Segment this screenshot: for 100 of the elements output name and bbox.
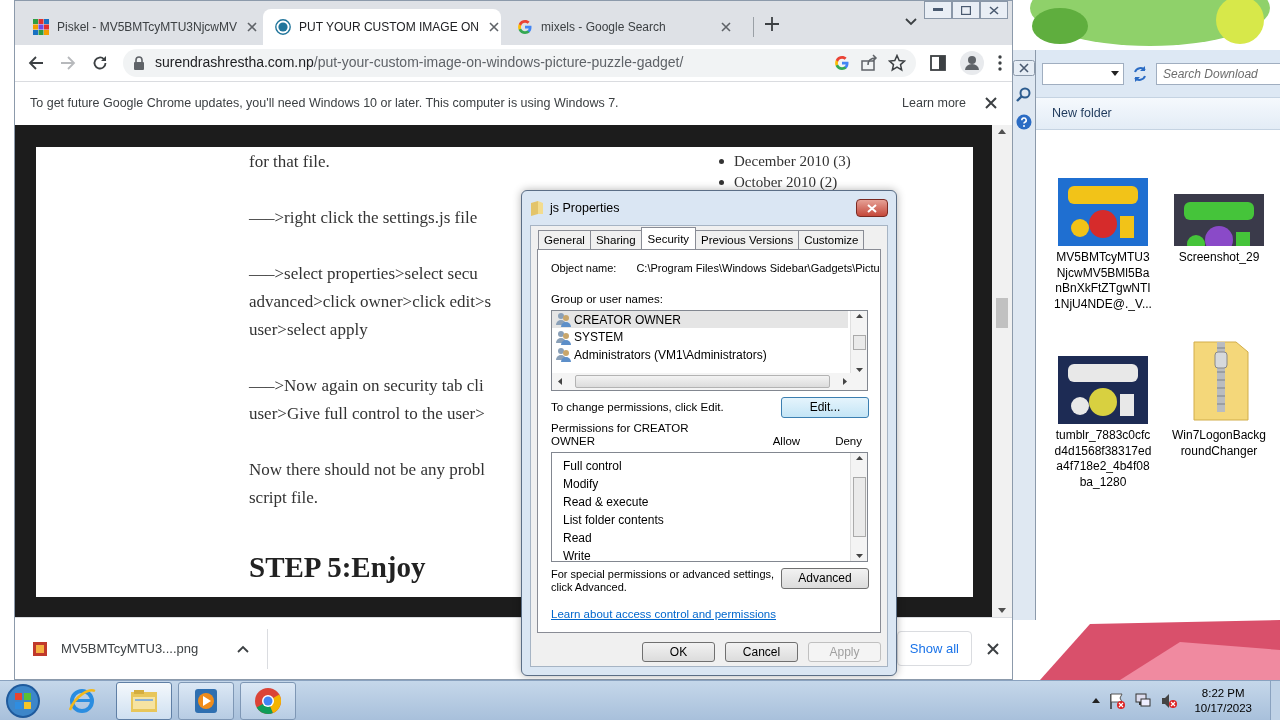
list-item: Read <box>563 529 592 547</box>
grid-icon <box>33 18 49 35</box>
section-heading: STEP 5:Enjoy <box>249 549 426 585</box>
scrollbar-thumb[interactable] <box>996 297 1008 328</box>
learn-more-link[interactable]: Learn more <box>902 93 966 113</box>
close-icon[interactable] <box>1013 60 1035 76</box>
archive-link[interactable]: December 2010 <box>734 152 830 169</box>
close-button[interactable] <box>980 1 1008 19</box>
scrollbar[interactable] <box>552 372 867 390</box>
article-text: —–>Now again on security tab cli <box>249 374 484 397</box>
permission-list[interactable]: Full control Modify Read & execute List folder contents Read Write <box>551 451 868 562</box>
clock[interactable]: 8:22 PM 10/17/2023 <box>1194 685 1252 716</box>
star-icon[interactable] <box>888 53 906 72</box>
article-text: —–>right click the settings.js file <box>249 206 478 229</box>
google-icon <box>834 54 850 71</box>
new-tab-icon[interactable] <box>764 15 780 32</box>
scrollbar[interactable] <box>850 452 867 561</box>
bullet-icon <box>719 158 724 164</box>
close-button[interactable] <box>856 199 888 217</box>
users-icon <box>556 312 571 327</box>
users-icon <box>556 329 571 345</box>
chevron-up-icon[interactable] <box>237 645 249 654</box>
file-name[interactable]: tumblr_7883c0cfcd4d1568f38317eda4f718e2_4b4f08ba_1280 <box>1054 428 1152 490</box>
scrollbar[interactable] <box>850 310 867 375</box>
post-count: (3) <box>833 152 851 169</box>
chevron-down-icon[interactable] <box>904 16 918 27</box>
google-icon <box>517 18 533 35</box>
tab[interactable]: Security <box>640 227 697 249</box>
back-icon[interactable] <box>27 53 45 72</box>
search-field[interactable]: Search Download <box>1156 62 1280 85</box>
field-label: Group or user names: <box>551 291 664 307</box>
bullet-icon <box>719 179 724 185</box>
article-text: user>select apply <box>249 318 368 341</box>
profile-icon[interactable] <box>960 50 984 75</box>
post-count: (2) <box>819 173 838 190</box>
close-icon[interactable] <box>984 96 998 111</box>
close-icon[interactable] <box>245 19 259 34</box>
user-list[interactable]: CREATOR OWNER SYSTEM Administrators (VM1\Administrators) <box>551 309 868 391</box>
edit-button[interactable]: Edit... <box>781 396 869 418</box>
help-icon[interactable] <box>1016 114 1032 130</box>
side-panel-icon[interactable] <box>930 54 946 71</box>
download-item[interactable]: MV5BMTcyMTU3....png <box>33 628 268 669</box>
maximize-button[interactable] <box>952 1 980 19</box>
dialog-button[interactable]: Cancel <box>725 642 798 662</box>
advanced-button[interactable]: Advanced <box>781 567 869 589</box>
close-icon[interactable] <box>719 19 733 34</box>
flag-icon[interactable] <box>1108 691 1127 710</box>
taskbar-button[interactable] <box>240 681 296 720</box>
start-button[interactable] <box>4 681 42 720</box>
up-arrow-icon <box>998 128 1006 134</box>
dropdown-icon[interactable] <box>1111 71 1119 76</box>
show-hidden-icon[interactable] <box>1092 698 1101 703</box>
archive-link[interactable]: October 2010 <box>734 173 817 190</box>
minimize-button[interactable] <box>924 1 952 19</box>
image-file-icon <box>33 641 47 656</box>
taskbar-button[interactable] <box>116 681 172 720</box>
right-arrow-icon <box>843 377 847 385</box>
close-icon[interactable] <box>986 641 1000 656</box>
file-name[interactable]: MV5BMTcyMTU3NjcwMV5BMl5BanBnXkFtZTgwNTI1NjU4NDE@._V... <box>1054 250 1152 312</box>
dialog-button[interactable]: OK <box>642 642 715 662</box>
down-arrow-icon <box>998 608 1006 614</box>
chrome-icon <box>253 685 283 716</box>
show-all-button[interactable]: Show all <box>896 630 972 667</box>
list-item: Full control <box>563 457 622 475</box>
info-message: To get future Google Chrome updates, you'll need Windows 10 or later. This computer is using Windows 7. <box>30 94 619 112</box>
minimize-icon <box>933 8 943 12</box>
menu-icon[interactable] <box>998 54 1002 71</box>
article-text: user>Give full control to the user> <box>249 402 485 425</box>
taskbar-button[interactable] <box>178 681 234 720</box>
tab[interactable]: Customize <box>798 230 865 249</box>
browser-tab[interactable]: mixels - Google Search <box>505 8 743 45</box>
media-player-icon <box>192 686 220 715</box>
close-icon[interactable] <box>487 19 501 34</box>
permissions-heading: Permissions for CREATOR OWNER <box>551 421 689 448</box>
up-arrow-icon <box>855 313 863 318</box>
help-link[interactable]: Learn about access control and permissions <box>551 607 776 620</box>
share-icon[interactable] <box>860 53 878 72</box>
list-item[interactable]: SYSTEM <box>552 328 848 346</box>
file-name[interactable]: Win7LogonBackgroundChanger <box>1170 428 1268 459</box>
list-item[interactable]: CREATOR OWNER <box>552 310 848 329</box>
left-arrow-icon <box>558 377 562 385</box>
new-folder-button[interactable]: New folder <box>1052 104 1112 123</box>
scrollbar[interactable] <box>992 124 1012 618</box>
close-icon <box>989 5 999 15</box>
tab[interactable]: General <box>538 230 591 249</box>
maximize-icon <box>961 5 971 15</box>
users-icon <box>556 347 571 362</box>
down-arrow-icon <box>855 367 863 372</box>
article-text: —–>select properties>select secu <box>249 262 478 285</box>
browser-tab[interactable]: Piskel - MV5BMTcyMTU3NjcwMV <box>21 8 259 45</box>
search-icon[interactable] <box>1015 86 1033 104</box>
list-item: Write <box>563 547 591 561</box>
address-bar[interactable]: surendrashrestha.com.np/put-your-custom-image-on-windows-picture-puzzle-gadget/ <box>123 48 916 77</box>
list-item[interactable]: Administrators (VM1\Administrators) <box>552 345 848 364</box>
article-text: advanced>click owner>click edit>s <box>249 290 492 313</box>
browser-tab[interactable]: PUT YOUR CUSTOM IMAGE ON <box>263 8 501 45</box>
tab[interactable]: Sharing <box>589 230 642 249</box>
network-icon[interactable] <box>1134 691 1153 710</box>
time-text: 8:22 PM <box>1201 686 1245 699</box>
file-name[interactable]: Screenshot_29 <box>1170 250 1268 266</box>
